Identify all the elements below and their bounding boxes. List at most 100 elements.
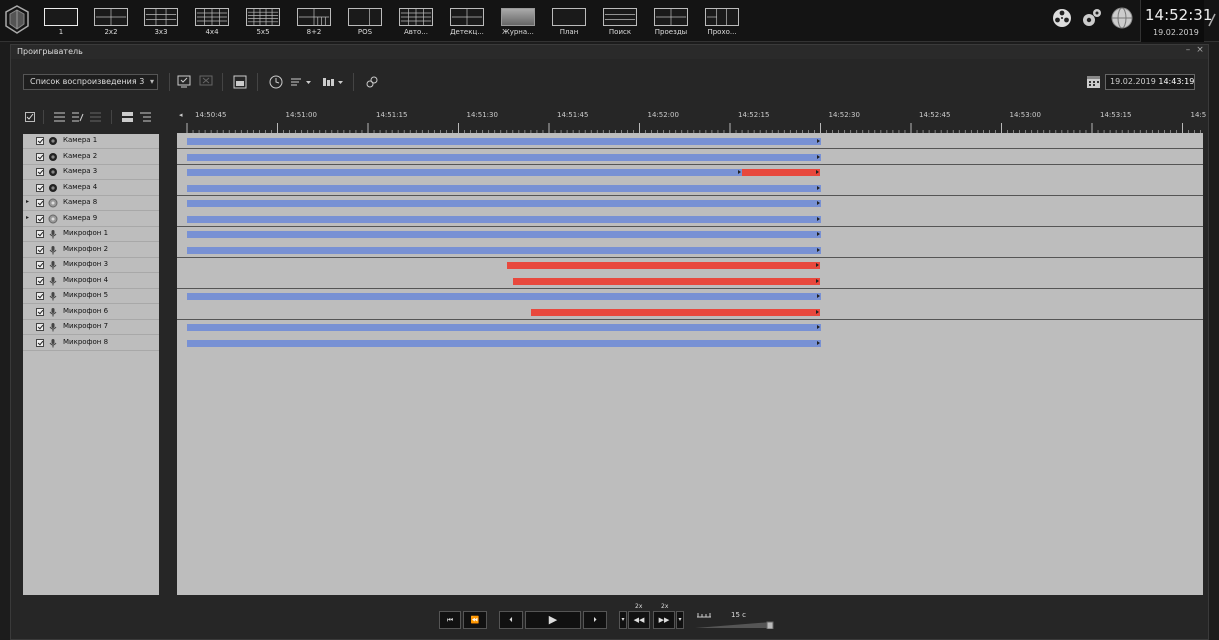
timeline-zoom-slider[interactable] — [695, 621, 779, 629]
timeline-track[interactable] — [177, 196, 1203, 211]
source-checkbox[interactable] — [36, 230, 44, 238]
layout-button[interactable]: 4x4 — [189, 6, 235, 38]
source-row[interactable]: Камера 1 — [23, 134, 159, 149]
expand-list-icon[interactable] — [139, 111, 152, 123]
recording-segment[interactable] — [187, 293, 821, 300]
rewind-button[interactable]: ◀◀ — [628, 611, 650, 629]
fast-forward-button[interactable]: ▶▶ — [653, 611, 675, 629]
source-row[interactable]: Камера 4 — [23, 181, 159, 196]
timeline-track[interactable] — [177, 274, 1203, 289]
source-row[interactable]: Микрофон 2 — [23, 243, 159, 258]
gears-icon[interactable] — [1080, 6, 1104, 30]
step-back-button[interactable]: ⏴ — [499, 611, 523, 629]
source-checkbox[interactable] — [36, 276, 44, 285]
recording-segment[interactable] — [187, 169, 743, 176]
layout-button[interactable]: 3x3 — [138, 6, 184, 38]
pin-icon[interactable] — [1207, 10, 1217, 30]
timeline-track[interactable] — [177, 181, 1203, 196]
export-frame-icon[interactable] — [233, 75, 247, 89]
minimize-button[interactable]: – — [1183, 45, 1193, 57]
layout-button[interactable]: План — [546, 6, 592, 38]
play-button[interactable]: ▶ — [525, 611, 581, 629]
filter-dropdown-icon[interactable] — [321, 75, 345, 89]
source-checkbox[interactable] — [36, 199, 44, 207]
source-checkbox[interactable] — [36, 214, 44, 223]
recording-segment[interactable] — [187, 184, 821, 192]
timeline-track[interactable] — [177, 305, 1203, 320]
source-checkbox[interactable] — [36, 245, 44, 254]
source-checkbox[interactable] — [36, 152, 44, 161]
clock-icon[interactable] — [269, 75, 283, 89]
timeline-track[interactable] — [177, 165, 1203, 180]
globe-icon[interactable] — [1110, 6, 1134, 30]
layout-button[interactable]: Поиск — [597, 6, 643, 38]
expand-icon[interactable]: ▸ — [26, 214, 29, 221]
recording-segment[interactable] — [187, 324, 821, 331]
alarm-recording-segment[interactable] — [512, 277, 821, 285]
layout-button[interactable]: Авто... — [393, 6, 439, 38]
collapse-list-icon[interactable] — [121, 111, 134, 123]
timeline-tracks[interactable] — [177, 134, 1203, 595]
monitor-check-icon[interactable] — [177, 75, 191, 89]
step-forward-button[interactable]: ⏵ — [583, 611, 607, 629]
layout-button[interactable]: 8+2 — [291, 6, 337, 38]
datetime-field[interactable]: 19.02.2019 14:43:19 — [1105, 74, 1195, 90]
window-title-bar[interactable]: Проигрыватель – × — [11, 45, 1208, 59]
expand-icon[interactable]: ▸ — [26, 198, 29, 205]
source-checkbox[interactable] — [36, 338, 44, 347]
source-row[interactable]: Микрофон 4 — [23, 274, 159, 289]
layout-button[interactable]: POS — [342, 6, 388, 38]
source-row[interactable]: Камера 2 — [23, 150, 159, 165]
timeline-track[interactable] — [177, 258, 1203, 273]
timeline-track[interactable] — [177, 212, 1203, 227]
previous-segment-button[interactable]: ⏪ — [463, 611, 487, 629]
layout-button[interactable]: Журна... — [495, 6, 541, 38]
go-to-start-button[interactable]: ⏮ — [439, 611, 461, 629]
rewind-speed-dropdown[interactable]: ▾ — [619, 611, 627, 629]
timeline-track[interactable] — [177, 289, 1203, 304]
link-icon[interactable] — [365, 75, 379, 89]
recording-segment[interactable] — [187, 246, 821, 254]
alarm-recording-segment[interactable] — [742, 169, 821, 176]
app-logo-icon[interactable] — [4, 4, 30, 36]
select-all-checkbox[interactable] — [25, 112, 35, 122]
layout-button[interactable]: Детекц... — [444, 6, 490, 38]
timeline-scroll-left[interactable]: ◂ — [179, 111, 183, 119]
timeline-track[interactable] — [177, 243, 1203, 258]
timeline-track[interactable] — [177, 134, 1203, 149]
recording-segment[interactable] — [187, 153, 821, 161]
layout-button[interactable]: 1 — [38, 6, 84, 38]
alarm-recording-segment[interactable] — [506, 262, 821, 269]
source-row[interactable]: Микрофон 8 — [23, 336, 159, 351]
timeline[interactable]: ◂ 14:50:45 14:51:00 14:51:15 14:51:30 14:51:… — [177, 107, 1206, 595]
layout-button[interactable]: Проезды — [648, 6, 694, 38]
layout-button[interactable]: Прохо... — [699, 6, 745, 38]
source-row[interactable]: ▸ Камера 8 — [23, 196, 159, 211]
forward-speed-dropdown[interactable]: ▾ — [676, 611, 684, 629]
alarm-recording-segment[interactable] — [530, 308, 821, 316]
recording-segment[interactable] — [187, 200, 821, 207]
source-checkbox[interactable] — [36, 292, 44, 300]
recording-segment[interactable] — [187, 339, 821, 347]
recording-segment[interactable] — [187, 215, 821, 223]
playlist-select[interactable]: Список воспроизведения 3 ▾ — [23, 74, 158, 90]
source-checkbox[interactable] — [36, 168, 44, 176]
list-icon[interactable] — [53, 111, 66, 123]
source-row[interactable]: Микрофон 7 — [23, 320, 159, 335]
layout-button[interactable]: 5x5 — [240, 6, 286, 38]
timeline-track[interactable] — [177, 227, 1203, 242]
source-checkbox[interactable] — [36, 261, 44, 269]
source-row[interactable]: ▸ Камера 9 — [23, 212, 159, 227]
film-reel-icon[interactable] — [1050, 6, 1074, 30]
source-row[interactable]: Микрофон 3 — [23, 258, 159, 273]
source-row[interactable]: Микрофон 6 — [23, 305, 159, 320]
timeline-track[interactable] — [177, 336, 1203, 351]
list-edit-icon[interactable] — [71, 111, 84, 123]
calendar-icon[interactable] — [1086, 74, 1101, 89]
recording-segment[interactable] — [187, 231, 821, 238]
recording-segment[interactable] — [187, 138, 821, 145]
timeline-track[interactable] — [177, 320, 1203, 335]
sort-dropdown-icon[interactable] — [289, 75, 313, 89]
source-row[interactable]: Камера 3 — [23, 165, 159, 180]
source-row[interactable]: Микрофон 5 — [23, 289, 159, 304]
